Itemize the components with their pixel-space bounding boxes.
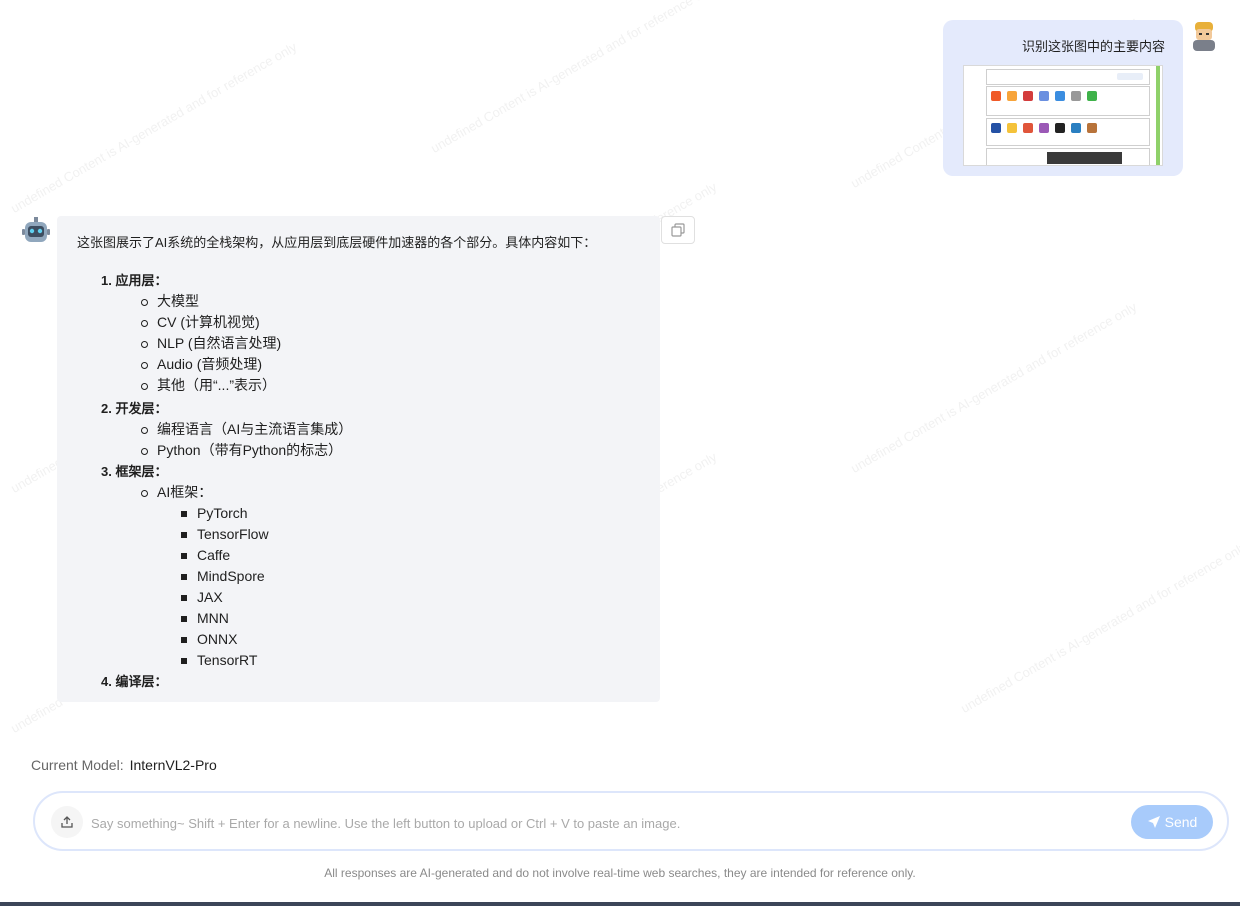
watermark: undefined Content is AI-generated and fo…: [848, 299, 1140, 476]
watermark: undefined Content is AI-generated and fo…: [8, 39, 300, 216]
disclaimer-text: All responses are AI-generated and do no…: [324, 866, 916, 880]
send-icon: [1147, 816, 1160, 828]
current-model-label: Current Model:: [31, 757, 124, 773]
list-item: 其他（用“...”表示）: [101, 375, 641, 396]
list-subitem: TensorFlow: [101, 524, 641, 545]
list-subitem: JAX: [101, 587, 641, 608]
current-model-name: InternVL2-Pro: [129, 757, 217, 773]
thumb-row: [986, 86, 1150, 116]
list-item: 大模型: [101, 291, 641, 312]
copy-button[interactable]: [661, 216, 695, 244]
list-item: Python（带有Python的标志）: [101, 440, 641, 461]
list-item: Audio (音频处理): [101, 354, 641, 375]
thumb-row: [986, 148, 1150, 165]
thumb-accent-bar: [1156, 66, 1160, 165]
list-item: 编程语言（AI与主流语言集成）: [101, 419, 641, 440]
list-subitem: TensorRT: [101, 650, 641, 671]
list-item: CV (计算机视觉): [101, 312, 641, 333]
assistant-avatar: [22, 216, 50, 246]
list-subitem: Caffe: [101, 545, 641, 566]
list-section-title: 4. 编译层：: [101, 674, 168, 689]
assistant-intro-text: 这张图展示了AI系统的全栈架构，从应用层到底层硬件加速器的各个部分。具体内容如下…: [77, 235, 597, 250]
thumb-row: [986, 69, 1150, 85]
list-section-title: 1. 应用层：: [101, 273, 168, 288]
list-subitem: MindSpore: [101, 566, 641, 587]
assistant-outline-list: 1. 应用层： 大模型 CV (计算机视觉) NLP (自然语言处理) Audi…: [101, 270, 641, 692]
bottom-bar: [0, 902, 1240, 906]
list-subitem: PyTorch: [101, 503, 641, 524]
assistant-message-bubble: 这张图展示了AI系统的全栈架构，从应用层到底层硬件加速器的各个部分。具体内容如下…: [57, 216, 660, 702]
thumb-row: [986, 118, 1150, 146]
send-button[interactable]: Send: [1131, 805, 1213, 839]
user-uploaded-image[interactable]: [963, 65, 1163, 166]
user-avatar: [1190, 20, 1218, 52]
list-item: AI框架：: [101, 482, 641, 503]
list-subitem: MNN: [101, 608, 641, 629]
list-subitem: ONNX: [101, 629, 641, 650]
copy-icon: [671, 223, 685, 237]
upload-icon: [61, 816, 73, 828]
list-section-title: 2. 开发层：: [101, 401, 168, 416]
user-message-text: 识别这张图中的主要内容: [1021, 40, 1165, 55]
upload-button[interactable]: [51, 806, 83, 838]
list-item: NLP (自然语言处理): [101, 333, 641, 354]
list-section-title: 3. 框架层：: [101, 464, 168, 479]
watermark: undefined Content is AI-generated and fo…: [428, 0, 720, 156]
chat-input-bar: Send: [33, 791, 1229, 851]
watermark: undefined Content is AI-generated and fo…: [958, 539, 1240, 716]
message-input[interactable]: [89, 809, 1123, 837]
current-model-indicator: Current Model: InternVL2-Pro: [31, 757, 217, 773]
user-message-bubble: 识别这张图中的主要内容: [943, 20, 1183, 176]
send-button-label: Send: [1164, 814, 1198, 830]
